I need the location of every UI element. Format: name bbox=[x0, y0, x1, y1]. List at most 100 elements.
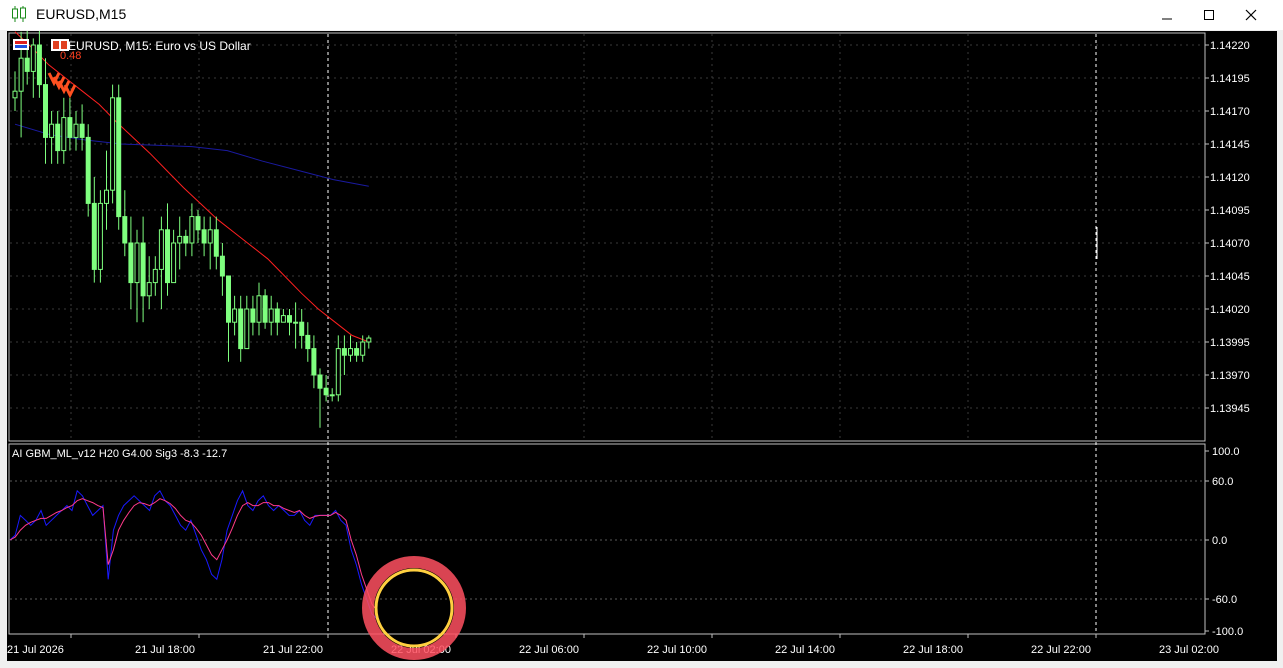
candle-body bbox=[256, 295, 262, 323]
indicator-value-label: 0.48 bbox=[60, 50, 81, 62]
time-tick-label: 21 Jul 18:00 bbox=[135, 644, 195, 656]
price-tick-label: 1.14120 bbox=[1210, 172, 1250, 184]
time-tick-label: 22 Jul 22:00 bbox=[1031, 644, 1091, 656]
sub-grid bbox=[10, 480, 1204, 600]
candle-body bbox=[12, 90, 18, 99]
candle-body bbox=[311, 348, 317, 376]
price-tick-label: 1.14095 bbox=[1210, 205, 1250, 217]
oscillator-signal-line bbox=[9, 498, 378, 612]
candle-body bbox=[268, 308, 274, 323]
candle-body bbox=[226, 275, 231, 323]
one-click-icon-stripe bbox=[15, 45, 27, 48]
candle-body bbox=[348, 348, 353, 356]
close-icon bbox=[1245, 9, 1257, 21]
candle-body bbox=[79, 123, 85, 138]
candle-body bbox=[201, 229, 207, 244]
candle-body bbox=[238, 308, 244, 350]
sub-axis: 100.0 60.0 0.0 -60.0 -100.0 bbox=[1205, 446, 1243, 638]
time-tick-label: 22 Jul 10:00 bbox=[647, 644, 707, 656]
chart-svg[interactable]: EURUSD, M15: Euro vs US Dollar 0.48 AI G… bbox=[7, 18, 1277, 661]
chart-area[interactable]: EURUSD, M15: Euro vs US Dollar 0.48 AI G… bbox=[7, 18, 1277, 661]
candle-body bbox=[183, 235, 189, 244]
sub-pane-label: AI GBM_ML_v12 H20 G4.00 Sig3 -8.3 -12.7 bbox=[12, 448, 227, 460]
price-tick-label: 1.14145 bbox=[1210, 139, 1250, 151]
price-tick-label: 1.14195 bbox=[1210, 73, 1250, 85]
candle-body bbox=[146, 282, 152, 297]
time-tick-label: 22 Jul 14:00 bbox=[775, 644, 835, 656]
oscillator-lines bbox=[9, 489, 378, 620]
candle-body bbox=[73, 123, 79, 138]
candle-body bbox=[171, 242, 177, 284]
sub-tick-label: -100.0 bbox=[1212, 626, 1243, 638]
candle-body bbox=[244, 308, 250, 350]
click-indicator bbox=[362, 556, 466, 660]
candle-body bbox=[61, 117, 67, 152]
candle-body bbox=[213, 229, 219, 257]
candle-body bbox=[177, 235, 183, 244]
price-tick-label: 1.14070 bbox=[1210, 238, 1250, 250]
minimize-button[interactable] bbox=[1146, 0, 1188, 30]
candle-body bbox=[122, 216, 128, 244]
candle-body bbox=[152, 268, 158, 284]
candle-body bbox=[18, 57, 24, 92]
candlestick-app-icon bbox=[12, 6, 26, 22]
candle-body bbox=[287, 315, 292, 323]
candle-body bbox=[232, 308, 238, 323]
price-tick-label: 1.14170 bbox=[1210, 106, 1250, 118]
window-titlebar: EURUSD,M15 bbox=[0, 0, 1283, 30]
candle-body bbox=[49, 123, 55, 138]
one-click-trading-icon[interactable] bbox=[13, 39, 29, 50]
one-click-icon-stripe bbox=[15, 41, 27, 44]
maximize-button[interactable] bbox=[1188, 0, 1230, 30]
candle-body bbox=[274, 308, 280, 323]
price-tick-label: 1.14220 bbox=[1210, 40, 1250, 52]
oscillator-main-line bbox=[9, 489, 378, 620]
candle-body bbox=[134, 242, 140, 284]
candle-body bbox=[354, 348, 360, 356]
maximize-icon bbox=[1204, 10, 1214, 20]
sub-pane-border bbox=[8, 443, 1206, 635]
main-grid bbox=[10, 34, 1204, 440]
sub-tick-label: 100.0 bbox=[1212, 446, 1240, 458]
candle-body bbox=[366, 337, 372, 343]
time-tick-label: 23 Jul 02:00 bbox=[1159, 644, 1219, 656]
candle-body bbox=[360, 341, 366, 356]
candle-body bbox=[250, 308, 256, 323]
main-pane-border bbox=[8, 32, 1206, 442]
candle-body bbox=[280, 315, 286, 323]
candle-body bbox=[140, 242, 146, 297]
close-button[interactable] bbox=[1230, 0, 1272, 30]
candle-body bbox=[97, 202, 103, 270]
price-axis: 1.14220 1.14195 1.14170 1.14145 1.14120 1.140… bbox=[1205, 40, 1250, 415]
candle-body bbox=[341, 348, 347, 356]
candle-body bbox=[323, 387, 329, 396]
candle-body bbox=[335, 348, 341, 396]
candle-body bbox=[116, 97, 122, 218]
candle-body bbox=[195, 216, 201, 231]
sub-tick-label: 0.0 bbox=[1212, 535, 1227, 547]
time-axis: 21 Jul 2026 21 Jul 18:00 21 Jul 22:00 22 Ju… bbox=[7, 634, 1219, 656]
expert-icon-part bbox=[53, 41, 59, 49]
window-title: EURUSD,M15 bbox=[36, 6, 127, 22]
candle-body bbox=[36, 44, 42, 86]
candle-body bbox=[128, 242, 134, 284]
time-tick-label: 21 Jul 2026 bbox=[7, 644, 64, 656]
candle-body bbox=[110, 97, 116, 191]
candle-body bbox=[91, 202, 97, 270]
candle-body bbox=[85, 136, 91, 204]
minimize-icon bbox=[1162, 18, 1172, 20]
price-tick-label: 1.14045 bbox=[1210, 271, 1250, 283]
expert-icon-part bbox=[61, 41, 67, 49]
candle-body bbox=[219, 255, 225, 277]
time-tick-label: 21 Jul 22:00 bbox=[263, 644, 323, 656]
candle-body bbox=[30, 44, 36, 72]
candle-body bbox=[207, 229, 213, 244]
symbol-label: EURUSD, M15: Euro vs US Dollar bbox=[68, 39, 251, 53]
price-tick-label: 1.13970 bbox=[1210, 370, 1250, 382]
candle-body bbox=[165, 229, 170, 284]
time-tick-label: 22 Jul 18:00 bbox=[903, 644, 963, 656]
candle-body bbox=[262, 295, 268, 323]
price-tick-label: 1.13995 bbox=[1210, 337, 1250, 349]
candle-body bbox=[158, 229, 164, 270]
sub-tick-label: 60.0 bbox=[1212, 476, 1233, 488]
